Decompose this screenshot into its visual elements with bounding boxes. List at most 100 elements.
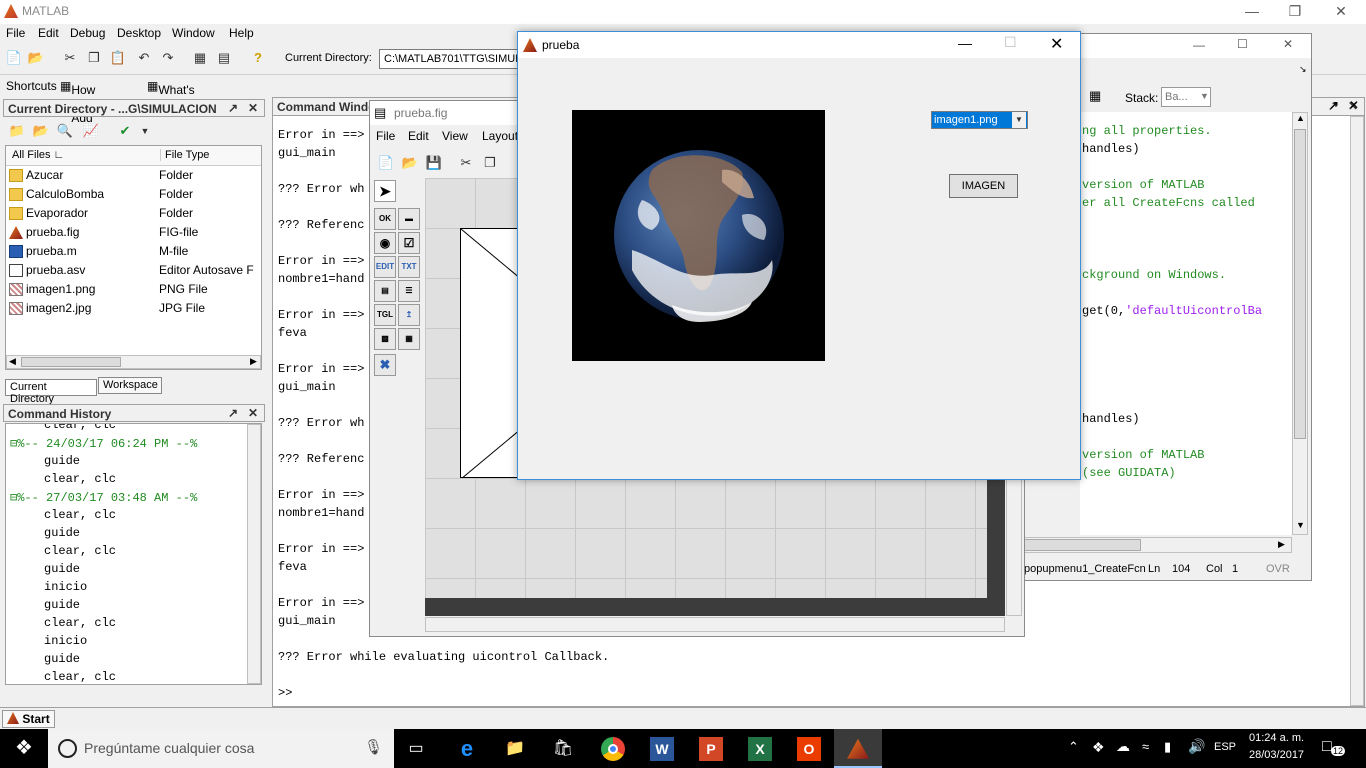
new-folder-icon[interactable]: 📂 <box>31 121 51 141</box>
guide-menu-edit[interactable]: Edit <box>408 129 429 143</box>
simulink-icon[interactable]: ▦ <box>190 48 210 68</box>
reports-icon[interactable]: 📈 <box>81 121 101 141</box>
guide-menu-view[interactable]: View <box>442 129 468 143</box>
minimize-button[interactable]: — <box>1229 0 1275 24</box>
how-to-add-link[interactable]: ▦ How to Add <box>60 79 95 125</box>
col-file-type[interactable]: File Type <box>160 149 209 161</box>
imagen-button[interactable]: IMAGEN <box>949 174 1018 198</box>
history-entry[interactable]: inicio <box>44 634 87 648</box>
up-folder-icon[interactable]: 📁 <box>7 121 27 141</box>
horizontal-scrollbar[interactable]: ◀ ▶ <box>6 355 261 369</box>
vertical-scrollbar[interactable] <box>247 424 261 684</box>
palette-listbox-icon[interactable]: ☰ <box>398 280 420 302</box>
undock-icon[interactable]: ↗ <box>228 101 238 115</box>
task-view-icon[interactable]: ▭ <box>392 729 440 768</box>
maximize-button[interactable]: ☐ <box>1237 37 1248 51</box>
menu-desktop[interactable]: Desktop <box>117 26 161 40</box>
history-entry[interactable]: clear, clc <box>44 544 116 558</box>
close-button[interactable]: ✕ <box>1283 37 1293 51</box>
editor-vertical-scrollbar[interactable]: ▲ ▼ <box>1292 112 1308 535</box>
paste-icon[interactable]: 📋 <box>108 48 128 68</box>
guide-axes-placeholder[interactable] <box>460 228 520 478</box>
close-panel-icon[interactable]: ✕ <box>248 101 258 115</box>
new-file-icon[interactable]: 📄 <box>4 48 24 68</box>
whats-new-link[interactable]: ▦ What's New <box>147 79 195 111</box>
open-folder-icon[interactable]: 📂 <box>400 153 420 173</box>
palette-pushbutton-icon[interactable]: OK <box>374 208 396 230</box>
tab-current-directory[interactable]: Current Directory <box>5 379 97 405</box>
menu-debug[interactable]: Debug <box>70 26 105 40</box>
palette-activex-icon[interactable]: ✖ <box>374 354 396 376</box>
palette-edit-icon[interactable]: EDIT <box>374 256 396 278</box>
file-row[interactable]: CalculoBomba Folder <box>6 185 261 204</box>
file-row[interactable]: Azucar Folder <box>6 166 261 185</box>
image-axes[interactable] <box>572 110 825 361</box>
editor-horizontal-scrollbar[interactable]: ▶ <box>1022 537 1292 553</box>
battery-icon[interactable]: ▮ <box>1164 739 1171 755</box>
copy-icon[interactable]: ❐ <box>480 153 500 173</box>
minimize-button[interactable]: — <box>958 35 972 51</box>
help-icon[interactable]: ? <box>248 48 268 68</box>
stack-select[interactable]: Ba... ▼ <box>1161 87 1211 107</box>
cut-icon[interactable]: ✂ <box>456 153 476 173</box>
palette-text-icon[interactable]: TXT <box>398 256 420 278</box>
minimize-button[interactable]: — <box>1193 38 1205 52</box>
wifi-icon[interactable]: ≈ <box>1142 739 1149 754</box>
chrome-icon[interactable] <box>589 729 637 768</box>
restore-button[interactable]: ❐ <box>1272 0 1318 24</box>
file-row[interactable]: imagen2.jpg JPG File <box>6 299 261 318</box>
history-session[interactable]: ⊟%-- 27/03/17 03:48 AM --% <box>10 490 197 505</box>
file-row[interactable]: prueba.fig FIG-file <box>6 223 261 242</box>
scroll-thumb[interactable] <box>1294 129 1306 439</box>
show-hidden-icons[interactable]: ⌃ <box>1068 739 1079 755</box>
cut-icon[interactable]: ✂ <box>60 48 80 68</box>
history-entry[interactable]: clear, clc <box>44 616 116 630</box>
find-files-icon[interactable]: 🔍 <box>55 121 75 141</box>
file-row[interactable]: prueba.asv Editor Autosave F <box>6 261 261 280</box>
dropdown-arrow-icon[interactable]: ▼ <box>135 121 155 141</box>
close-panel-icon[interactable]: ✕ <box>248 406 258 420</box>
image-select-popup[interactable]: imagen1.png ▼ <box>931 111 1028 129</box>
dock-arrow-icon[interactable]: ↘ <box>1299 64 1307 75</box>
guide-menu-layout[interactable]: Layout <box>482 129 518 143</box>
command-prompt[interactable]: >> <box>278 686 292 700</box>
palette-popup-icon[interactable]: ▤ <box>374 280 396 302</box>
visdiff-icon[interactable]: ✔ <box>115 121 135 141</box>
tab-workspace[interactable]: Workspace <box>98 377 162 394</box>
taskbar-search[interactable]: Pregúntame cualquier cosa 🎙 <box>48 729 394 768</box>
undo-icon[interactable]: ↶ <box>134 48 154 68</box>
history-entry[interactable]: clear, clc <box>44 472 116 486</box>
excel-icon[interactable]: X <box>736 729 784 768</box>
history-entry[interactable]: guide <box>44 454 80 468</box>
menu-edit[interactable]: Edit <box>38 26 59 40</box>
matlab-taskbar-icon[interactable] <box>834 729 882 768</box>
scroll-thumb[interactable] <box>1023 539 1141 551</box>
dropbox-icon[interactable]: ❖ <box>1092 739 1105 756</box>
file-explorer-icon[interactable]: 📁 <box>491 729 539 768</box>
menu-window[interactable]: Window <box>172 26 215 40</box>
word-icon[interactable]: W <box>638 729 686 768</box>
palette-buttongroup-icon[interactable]: ▦ <box>398 328 420 350</box>
volume-icon[interactable]: 🔊 <box>1188 738 1205 755</box>
close-panel-icon[interactable]: ✕ <box>1349 98 1359 112</box>
notifications-button[interactable]: □ 12 <box>1322 738 1346 760</box>
palette-checkbox-icon[interactable]: ☑ <box>398 232 420 254</box>
scroll-thumb[interactable] <box>21 357 121 367</box>
history-entry[interactable]: guide <box>44 562 80 576</box>
editor-code-area[interactable]: ng all properties. handles) version of M… <box>1080 112 1292 535</box>
stack-icon[interactable]: ▦ <box>1089 88 1101 104</box>
col-all-files[interactable]: All Files ∟ <box>12 149 64 161</box>
microphone-icon[interactable]: 🎙 <box>364 738 383 756</box>
maximize-button[interactable]: ☐ <box>1004 34 1017 51</box>
redo-icon[interactable]: ↷ <box>158 48 178 68</box>
history-entry[interactable]: inicio <box>44 580 87 594</box>
new-file-icon[interactable]: 📄 <box>376 153 396 173</box>
undock-icon[interactable]: ↗ <box>228 406 238 420</box>
palette-radiobutton-icon[interactable]: ◉ <box>374 232 396 254</box>
history-entry[interactable]: clear, clc <box>44 670 116 684</box>
office-icon[interactable]: O <box>785 729 833 768</box>
edge-browser-icon[interactable]: e <box>443 729 491 768</box>
palette-slider-icon[interactable]: ▬ <box>398 208 420 230</box>
scroll-right-icon[interactable]: ▶ <box>250 356 257 367</box>
powerpoint-icon[interactable]: P <box>687 729 735 768</box>
